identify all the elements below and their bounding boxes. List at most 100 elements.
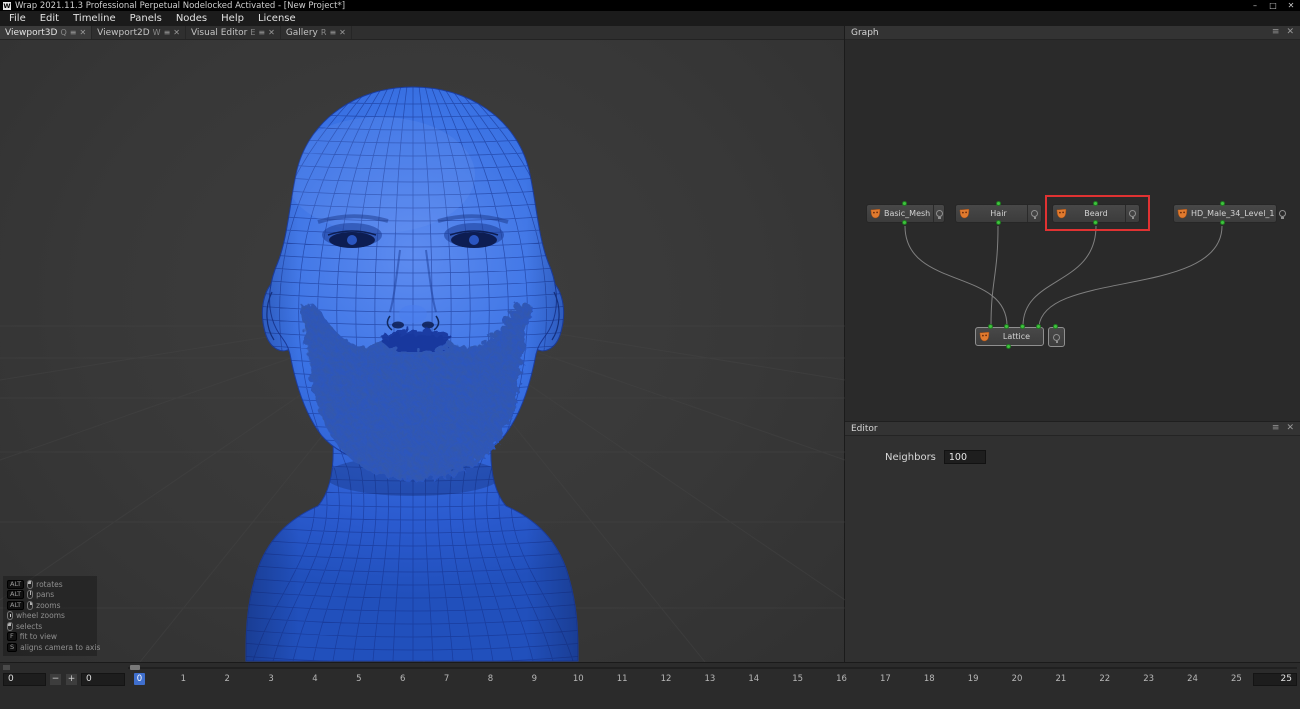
timeline-tick[interactable]: 13: [704, 673, 715, 685]
visibility-toggle[interactable]: [1125, 205, 1139, 222]
timeline-tick[interactable]: 25: [1231, 673, 1242, 685]
port[interactable]: [1093, 220, 1098, 225]
timeline-tick[interactable]: 7: [441, 673, 452, 685]
timeline-tick[interactable]: 5: [353, 673, 364, 685]
timeline-controls: − + 012345678910111213141516171819202122…: [0, 671, 1300, 687]
frame-ruler[interactable]: 0123456789101112131415161718192021222324…: [134, 673, 1242, 685]
timeline-tick[interactable]: 3: [266, 673, 277, 685]
port[interactable]: [1006, 344, 1011, 349]
tab-menu-icon[interactable]: ≡: [329, 29, 336, 37]
port[interactable]: [996, 220, 1001, 225]
bulb-icon: [1031, 210, 1038, 217]
timeline-tick[interactable]: 9: [529, 673, 540, 685]
timeline-tick[interactable]: 14: [748, 673, 759, 685]
visibility-toggle[interactable]: [1278, 205, 1286, 222]
timeline-tick[interactable]: 12: [661, 673, 672, 685]
menu-item[interactable]: Timeline: [66, 11, 123, 26]
port[interactable]: [1020, 324, 1025, 329]
tab-label: Gallery: [286, 28, 318, 38]
timeline-tick[interactable]: 10: [573, 673, 584, 685]
tab-menu-icon[interactable]: ≡: [258, 29, 265, 37]
panel-menu-icon[interactable]: ≡: [1272, 424, 1280, 433]
tab-visual-editor[interactable]: Visual Editor E ≡ ✕: [186, 26, 281, 39]
tab-label: Viewport3D: [5, 28, 57, 38]
timeline-tick[interactable]: 6: [397, 673, 408, 685]
timeline-tick[interactable]: 21: [1055, 673, 1066, 685]
current-frame-input[interactable]: [81, 673, 125, 686]
visibility-toggle[interactable]: [933, 205, 944, 222]
port[interactable]: [902, 201, 907, 206]
panel-menu-icon[interactable]: ≡: [1272, 28, 1280, 37]
tab-viewport2d[interactable]: Viewport2D W ≡ ✕: [92, 26, 186, 39]
timeline-tick[interactable]: 18: [924, 673, 935, 685]
hint-label: rotates: [36, 580, 63, 589]
mesh-mask-icon: [1177, 208, 1188, 219]
port[interactable]: [1036, 324, 1041, 329]
tab-close-icon[interactable]: ✕: [173, 29, 180, 37]
neighbors-label: Neighbors: [885, 452, 936, 463]
slider-start-nub[interactable]: [3, 665, 10, 670]
timeline-tick[interactable]: 8: [485, 673, 496, 685]
port[interactable]: [902, 220, 907, 225]
tab-gallery[interactable]: Gallery R ≡ ✕: [281, 26, 352, 39]
range-end-input[interactable]: [1253, 673, 1297, 686]
tab-viewport3d[interactable]: Viewport3D Q ≡ ✕: [0, 26, 92, 39]
mesh-mask-icon: [979, 331, 990, 342]
lattice-visibility-toggle[interactable]: [1048, 327, 1065, 347]
timeline: − + 012345678910111213141516171819202122…: [0, 662, 1300, 709]
navigation-hints: ALT rotates ALT pans ALT zooms wheel zoo…: [3, 576, 97, 656]
menu-item[interactable]: File: [2, 11, 33, 26]
port[interactable]: [988, 324, 993, 329]
port[interactable]: [1093, 201, 1098, 206]
menu-item[interactable]: Edit: [33, 11, 66, 26]
mesh-mask-icon: [870, 208, 881, 219]
node-hd-male[interactable]: HD_Male_34_Level_1: [1173, 204, 1277, 223]
port[interactable]: [1053, 324, 1058, 329]
viewport-3d[interactable]: ALT rotates ALT pans ALT zooms wheel zoo…: [0, 40, 844, 662]
node-graph[interactable]: Basic_Mesh Hair Beard: [845, 40, 1300, 422]
timeline-tick[interactable]: 24: [1187, 673, 1198, 685]
timeline-tick[interactable]: 1: [178, 673, 189, 685]
port[interactable]: [1004, 324, 1009, 329]
tab-close-icon[interactable]: ✕: [268, 29, 275, 37]
right-dock: Graph ≡ ✕ Basic_Mesh: [845, 26, 1300, 662]
tab-close-icon[interactable]: ✕: [79, 29, 86, 37]
editor-panel-header: Editor ≡ ✕: [845, 422, 1300, 436]
slider-handle[interactable]: [130, 665, 140, 670]
port[interactable]: [996, 201, 1001, 206]
timeline-tick[interactable]: 2: [222, 673, 233, 685]
close-icon[interactable]: ✕: [1282, 0, 1300, 11]
timeline-tick[interactable]: 19: [968, 673, 979, 685]
frame-increment-button[interactable]: +: [65, 673, 78, 686]
menu-item[interactable]: License: [251, 11, 303, 26]
timeline-tick[interactable]: 17: [880, 673, 891, 685]
range-start-input[interactable]: [3, 673, 46, 686]
tab-menu-icon[interactable]: ≡: [70, 29, 77, 37]
frame-decrement-button[interactable]: −: [49, 673, 62, 686]
menu-item[interactable]: Help: [214, 11, 251, 26]
timeline-tick[interactable]: 0: [134, 673, 145, 685]
title-bar: W Wrap 2021.11.3 Professional Perpetual …: [0, 0, 1300, 11]
menu-item[interactable]: Nodes: [169, 11, 214, 26]
tab-menu-icon[interactable]: ≡: [164, 29, 171, 37]
tab-close-icon[interactable]: ✕: [339, 29, 346, 37]
visibility-toggle[interactable]: [1027, 205, 1041, 222]
timeline-tick[interactable]: 4: [310, 673, 321, 685]
hint-select: selects: [7, 622, 93, 630]
timeline-tick[interactable]: 23: [1143, 673, 1154, 685]
timeline-tick[interactable]: 20: [1012, 673, 1023, 685]
node-lattice[interactable]: Lattice: [975, 327, 1044, 346]
timeline-tick[interactable]: 16: [836, 673, 847, 685]
panel-close-icon[interactable]: ✕: [1286, 424, 1294, 433]
neighbors-input[interactable]: [944, 450, 986, 464]
timeline-range-slider[interactable]: [0, 663, 1300, 671]
panel-close-icon[interactable]: ✕: [1286, 28, 1294, 37]
menu-item[interactable]: Panels: [123, 11, 169, 26]
timeline-tick[interactable]: 15: [792, 673, 803, 685]
port[interactable]: [1220, 220, 1225, 225]
timeline-tick[interactable]: 11: [617, 673, 628, 685]
port[interactable]: [1220, 201, 1225, 206]
maximize-icon[interactable]: □: [1264, 0, 1282, 11]
timeline-tick[interactable]: 22: [1099, 673, 1110, 685]
minimize-icon[interactable]: –: [1246, 0, 1264, 11]
